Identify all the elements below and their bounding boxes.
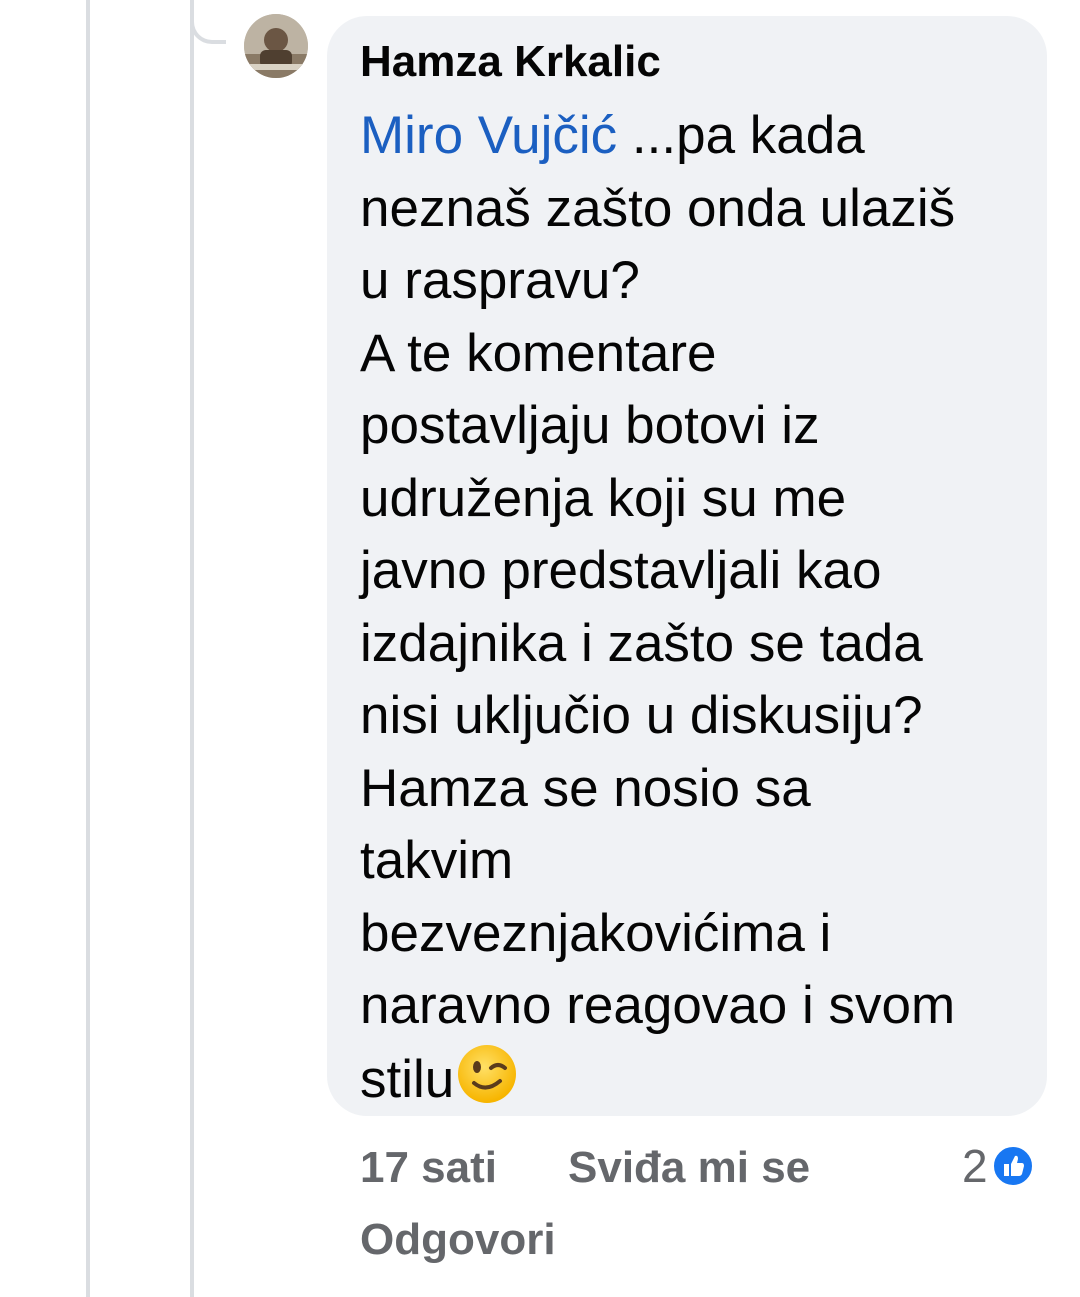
thread-connector (190, 0, 226, 44)
comment-line: Hamza se nosio sa (360, 758, 811, 818)
winking-face-emoji (458, 1044, 517, 1103)
reply-button[interactable]: Odgovori (360, 1214, 556, 1266)
comment-line: A te komentare (360, 323, 717, 383)
comment-line: nisi uključio u diskusiju? (360, 686, 923, 745)
avatar-photo (244, 14, 308, 78)
like-button[interactable]: Sviđa mi se (568, 1142, 810, 1194)
mention-link[interactable]: Miro Vujčić (360, 106, 617, 165)
thread-line-outer (86, 0, 90, 1297)
reaction-count: 2 (962, 1140, 988, 1192)
thread-line-inner (190, 0, 194, 1297)
comment-line: u raspravu? (360, 251, 640, 310)
comment-text: Miro Vujčić ...pa kada neznaš zašto onda… (360, 100, 1017, 1116)
comment-line: stilu (360, 1049, 455, 1109)
comment-line: postavljaju botovi iz (360, 396, 820, 455)
comment-line: bezveznjakovićima i (360, 903, 832, 963)
comment-author[interactable]: Hamza Krkalic (360, 36, 1017, 88)
comment-line: udruženja koji su me (360, 468, 847, 528)
comment-timestamp[interactable]: 17 sati (360, 1142, 497, 1194)
comment-line: javno predstavljali kao (360, 541, 882, 600)
reaction-summary[interactable]: 2 (962, 1140, 1034, 1192)
comment-bubble: Hamza Krkalic Miro Vujčić ...pa kada nez… (327, 16, 1047, 1116)
avatar[interactable] (244, 14, 308, 78)
comment-line: takvim (360, 831, 514, 890)
comment-line: ...pa kada (617, 106, 865, 165)
like-icon (991, 1145, 1034, 1187)
comment-line: izdajnika i zašto se tada (360, 613, 923, 673)
comment-line: naravno reagovao i svom (360, 976, 956, 1035)
comment-line: neznaš zašto onda ulaziš (360, 178, 956, 238)
